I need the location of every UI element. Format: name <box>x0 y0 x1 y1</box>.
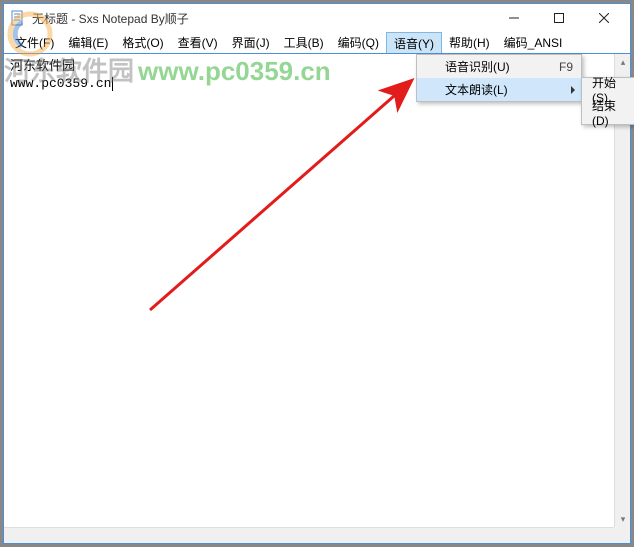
menu-item-text-to-speech[interactable]: 文本朗读(L) <box>417 78 581 101</box>
menu-format[interactable]: 格式(O) <box>115 32 170 53</box>
scroll-up-icon[interactable]: ▴ <box>615 54 631 70</box>
menu-file[interactable]: 文件(F) <box>8 32 61 53</box>
menu-item-label: 文本朗读(L) <box>445 81 508 98</box>
menu-item-speech-recognition[interactable]: 语音识别(U) F9 <box>417 55 581 78</box>
menu-tools[interactable]: 工具(B) <box>277 32 331 53</box>
app-window: 无标题 - Sxs Notepad By顺子 文件(F) 编辑(E) 格式(O)… <box>3 3 631 544</box>
app-icon <box>10 10 26 26</box>
submenu-arrow-icon <box>571 86 575 94</box>
menu-encoding[interactable]: 编码(Q) <box>331 32 386 53</box>
tts-submenu: 开始(S) 结束(D) <box>581 77 634 125</box>
submenu-item-end[interactable]: 结束(D) <box>582 101 634 124</box>
voice-menu-dropdown: 语音识别(U) F9 文本朗读(L) <box>416 54 582 102</box>
text-editor[interactable]: 河东软件园 www.pc0359.cn <box>4 54 614 527</box>
menu-item-label: 结束(D) <box>592 97 628 128</box>
menu-view[interactable]: 查看(V) <box>171 32 225 53</box>
menu-voice[interactable]: 语音(Y) <box>386 32 442 53</box>
window-controls <box>491 4 626 32</box>
titlebar: 无标题 - Sxs Notepad By顺子 <box>4 4 630 32</box>
menu-help[interactable]: 帮助(H) <box>442 32 497 53</box>
menu-encoding-ansi[interactable]: 编码_ANSI <box>497 32 570 53</box>
minimize-button[interactable] <box>491 4 536 32</box>
menu-edit[interactable]: 编辑(E) <box>61 32 115 53</box>
horizontal-scrollbar[interactable] <box>4 527 614 543</box>
close-button[interactable] <box>581 4 626 32</box>
maximize-button[interactable] <box>536 4 581 32</box>
scroll-corner <box>614 527 630 543</box>
menu-item-label: 语音识别(U) <box>445 58 510 75</box>
text-caret <box>112 77 113 91</box>
menubar: 文件(F) 编辑(E) 格式(O) 查看(V) 界面(J) 工具(B) 编码(Q… <box>4 32 630 54</box>
scroll-down-icon[interactable]: ▾ <box>615 511 631 527</box>
menu-item-shortcut: F9 <box>541 60 573 74</box>
window-title: 无标题 - Sxs Notepad By顺子 <box>32 10 189 27</box>
menu-ui[interactable]: 界面(J) <box>225 32 277 53</box>
